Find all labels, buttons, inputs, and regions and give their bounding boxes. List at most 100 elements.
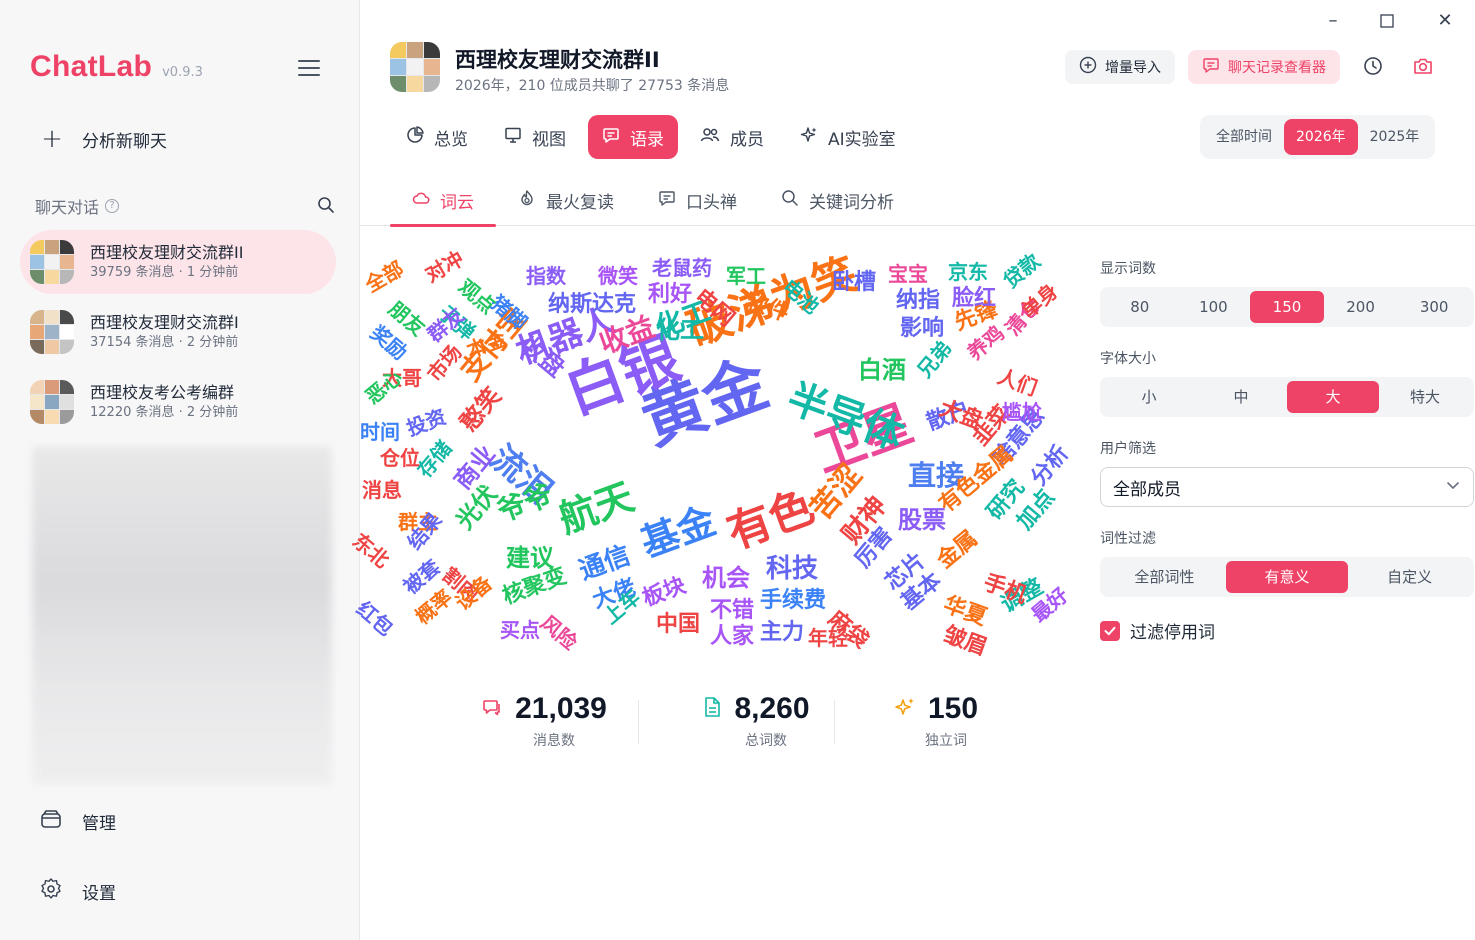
settings-button[interactable]: 设置 xyxy=(40,878,116,905)
cloud-word: 机会 xyxy=(702,564,750,592)
cloud-word: 金属 xyxy=(932,526,983,574)
cloud-word: 时间 xyxy=(360,420,400,444)
cloud-word: 憨笑 xyxy=(454,381,507,437)
cloud-word: 尴尬 xyxy=(1002,400,1042,424)
stat-value: 150 xyxy=(927,692,979,725)
plus-circle-icon xyxy=(1079,56,1097,78)
message-icon xyxy=(658,189,676,212)
word-count-option[interactable]: 80 xyxy=(1103,291,1177,323)
word-count-option[interactable]: 200 xyxy=(1324,291,1398,323)
font-size-option[interactable]: 小 xyxy=(1103,381,1195,413)
checkbox-checked-icon[interactable] xyxy=(1100,620,1120,641)
cloud-word: 手续费 xyxy=(760,588,827,613)
manage-button[interactable]: 管理 xyxy=(40,808,116,835)
chat-name: 西理校友考公考编群 xyxy=(90,383,235,402)
chat-item[interactable]: 西理校友理财交流群II 39759 条消息 · 1 分钟前 xyxy=(20,230,336,294)
camera-icon[interactable] xyxy=(1412,55,1434,77)
tab-catchphrases[interactable]: 口头禅 xyxy=(636,174,759,226)
cloud-word: 航天 xyxy=(552,474,640,542)
font-size-option[interactable]: 大 xyxy=(1287,381,1379,413)
stopwords-toggle[interactable]: 过滤停用词 xyxy=(1100,618,1215,643)
close-icon[interactable]: ✕ xyxy=(1434,10,1456,32)
font-size-option[interactable]: 中 xyxy=(1195,381,1287,413)
stat-total-words: 8,260 总词数 xyxy=(676,692,836,750)
user-filter-value: 全部成员 xyxy=(1113,479,1181,500)
stat-divider xyxy=(638,700,639,744)
cloud-word: 全部 xyxy=(361,256,408,298)
app-name: ChatLab xyxy=(30,50,153,83)
page-title: 西理校友理财交流群II xyxy=(455,48,660,72)
cloud-word: 白酒 xyxy=(858,356,906,384)
chat-viewer-label: 聊天记录查看器 xyxy=(1228,60,1326,76)
chevron-down-icon xyxy=(1445,477,1461,498)
cloud-word: 主力 xyxy=(760,620,805,645)
search-icon[interactable] xyxy=(317,196,335,214)
user-filter-select[interactable]: 全部成员 xyxy=(1100,467,1474,507)
word-count-option[interactable]: 100 xyxy=(1177,291,1251,323)
pos-filter-option[interactable]: 全部词性 xyxy=(1103,561,1226,593)
new-chat-button[interactable]: + 分析新聊天 xyxy=(40,126,167,152)
word-count-option[interactable]: 150 xyxy=(1250,291,1324,323)
tab-ai-lab[interactable]: AI实验室 xyxy=(786,115,910,159)
presentation-icon xyxy=(504,126,522,149)
chat-subtitle: 12220 条消息 · 2 分钟前 xyxy=(90,405,239,420)
tab-label: 关键词分析 xyxy=(809,192,894,213)
cloud-word: 科技 xyxy=(766,554,819,584)
font-size-label: 字体大小 xyxy=(1100,351,1156,367)
cloud-word: 分析 xyxy=(1026,440,1074,491)
cloud-word: 人家 xyxy=(710,624,755,649)
year-filter: 全部时间 2026年 2025年 xyxy=(1200,115,1436,159)
brand: ChatLab v0.9.3 xyxy=(30,50,203,84)
history-icon[interactable] xyxy=(1362,55,1384,77)
pos-filter-option[interactable]: 有意义 xyxy=(1225,561,1349,593)
chat-viewer-button[interactable]: 聊天记录查看器 xyxy=(1188,50,1340,84)
import-button[interactable]: 增量导入 xyxy=(1065,50,1175,84)
cloud-word: 爷爷 xyxy=(492,478,557,529)
main-tabs: 总览 视图 语录 成员 AI实验室 xyxy=(392,115,910,159)
sparkle-icon xyxy=(894,696,916,722)
cloud-word: 卧槽 xyxy=(832,270,877,295)
chat-item[interactable]: 西理校友理财交流群I 37154 条消息 · 2 分钟前 xyxy=(20,300,336,364)
import-label: 增量导入 xyxy=(1105,60,1161,76)
tab-view[interactable]: 视图 xyxy=(490,115,580,159)
cloud-word: 市场 xyxy=(422,340,467,387)
tab-hot-repeats[interactable]: 最火复读 xyxy=(496,174,636,226)
word-count-option[interactable]: 300 xyxy=(1397,291,1471,323)
menu-icon[interactable] xyxy=(298,60,320,78)
stat-divider xyxy=(834,700,835,744)
cloud-word: 兄弟 xyxy=(912,336,957,383)
chat-section-title: 聊天对话 xyxy=(35,198,100,217)
cloud-word: 消息 xyxy=(362,478,402,502)
cloud-word: 股票 xyxy=(898,506,946,534)
messages-icon xyxy=(481,696,503,722)
archive-icon xyxy=(40,808,62,835)
pos-filter-option[interactable]: 自定义 xyxy=(1348,561,1471,593)
minimize-icon[interactable]: – xyxy=(1322,10,1344,32)
new-chat-label: 分析新聊天 xyxy=(82,131,167,152)
year-all-button[interactable]: 全部时间 xyxy=(1204,119,1284,155)
tab-members[interactable]: 成员 xyxy=(686,115,778,159)
tab-label: AI实验室 xyxy=(828,129,896,150)
chat-subtitle: 39759 条消息 · 1 分钟前 xyxy=(90,265,239,280)
maximize-icon[interactable] xyxy=(1376,10,1398,32)
sidebar: ChatLab v0.9.3 + 分析新聊天 聊天对话 ? 西理校友理财交流群I… xyxy=(0,0,360,940)
tab-wordcloud[interactable]: 词云 xyxy=(390,174,496,227)
chat-item[interactable]: 西理校友考公考编群 12220 条消息 · 2 分钟前 xyxy=(20,370,336,434)
cloud-word: 不错 xyxy=(710,598,755,623)
chat-avatar xyxy=(30,380,74,424)
tab-keyword-analysis[interactable]: 关键词分析 xyxy=(759,174,916,226)
group-avatar xyxy=(390,42,440,92)
chat-name: 西理校友理财交流群I xyxy=(90,313,239,332)
tab-quotes[interactable]: 语录 xyxy=(588,115,678,159)
tab-overview[interactable]: 总览 xyxy=(392,115,482,159)
cloud-word: 买点 xyxy=(500,618,540,642)
cloud-word: 化工 xyxy=(656,316,704,344)
font-size-option[interactable]: 特大 xyxy=(1379,381,1471,413)
help-icon[interactable]: ? xyxy=(105,199,120,213)
year-2026-button[interactable]: 2026年 xyxy=(1284,119,1358,155)
chat-section-header: 聊天对话 ? xyxy=(35,194,335,218)
year-2025-button[interactable]: 2025年 xyxy=(1358,119,1432,155)
sparkle-icon xyxy=(800,126,818,149)
cloud-word: 影响 xyxy=(900,316,945,341)
sub-tabs: 词云 最火复读 口头禅 关键词分析 xyxy=(390,174,916,227)
